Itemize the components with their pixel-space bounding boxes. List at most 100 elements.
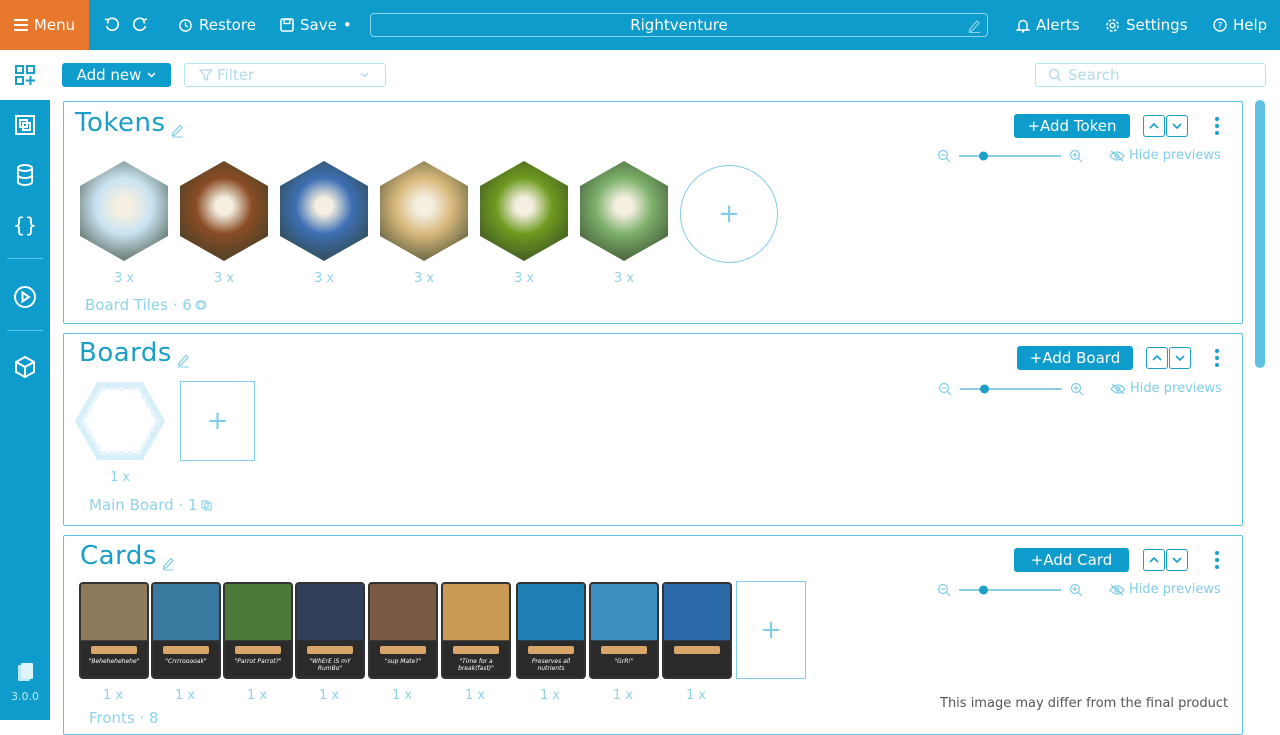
add-card-button[interactable]: +Add Card [1014,548,1129,572]
help-button[interactable]: ? Help [1213,0,1267,50]
search-input[interactable]: Search [1035,63,1266,87]
zoom-in-icon[interactable] [1069,583,1083,597]
card-name-banner [307,646,353,654]
save-icon [280,18,294,32]
add-component-icon[interactable] [12,62,38,88]
hide-previews-label: Hide previews [1129,582,1221,597]
database-icon[interactable] [12,162,38,188]
scrollbar-thumb[interactable] [1255,100,1265,368]
item-count: 1 x [109,470,131,485]
chevron-down-icon [147,72,156,78]
card-thumbnail[interactable]: "Parrot Parrot?" [223,582,293,679]
zoom-slider[interactable] [953,583,1067,597]
alerts-button[interactable]: Alerts [1016,0,1080,50]
hide-previews-toggle[interactable]: Hide previews [1110,381,1222,396]
add-card-tile[interactable]: + [736,581,806,679]
zoom-in-icon[interactable] [1070,382,1084,396]
filter-dropdown[interactable]: Filter [184,63,386,87]
reorder-controls [1143,115,1188,137]
add-board-button[interactable]: +Add Board [1017,346,1133,370]
copy-icon [200,499,212,511]
file-icon[interactable] [12,660,38,686]
hide-previews-toggle[interactable]: Hide previews [1109,148,1221,163]
settings-button[interactable]: Settings [1105,0,1188,50]
item-count: 1 x [318,688,340,703]
group-label[interactable]: Main Board · 1 [89,496,212,514]
hide-previews-toggle[interactable]: Hide previews [1109,582,1221,597]
item-count: 1 x [174,688,196,703]
kebab-menu-icon[interactable] [1212,550,1222,570]
zoom-control[interactable] [937,582,1083,598]
group-label[interactable]: Fronts · 8 [89,709,159,727]
gear-icon [1106,18,1119,32]
save-button[interactable]: Save • [280,0,352,50]
move-down-button[interactable] [1166,549,1188,571]
zoom-control[interactable] [938,381,1084,397]
move-up-button[interactable] [1143,549,1165,571]
card-thumbnail[interactable]: "Time for a break(fast)" [441,582,511,679]
pencil-icon[interactable] [161,555,175,571]
zoom-out-icon[interactable] [937,149,951,163]
main-board-preview[interactable] [73,380,167,462]
card-quote: "Crrrrooooak" [165,658,207,665]
card-name-banner [235,646,281,654]
zoom-in-icon[interactable] [1069,149,1083,163]
history-icon [179,18,192,32]
eye-off-icon [1109,150,1125,161]
add-board-tile[interactable]: + [180,381,255,461]
add-token-tile[interactable]: + [680,165,778,263]
box-icon[interactable] [12,354,38,380]
move-down-button[interactable] [1169,347,1191,369]
pencil-icon[interactable] [176,352,190,368]
card-thumbnail[interactable]: "Crrrrooooak" [151,582,221,679]
card-thumbnail[interactable]: "WhErE iS mY RumBo" [295,582,365,679]
card-thumbnail[interactable] [662,582,732,679]
project-title-field[interactable]: Rightventure [370,13,988,37]
add-token-button[interactable]: +Add Token [1014,114,1130,138]
help-icon: ? [1213,18,1227,32]
pencil-icon[interactable] [967,17,981,33]
card-quote: "Behehehehehe" [88,658,140,665]
unsaved-dot: • [342,16,352,34]
braces-icon[interactable]: {} [12,212,38,238]
section-title: Boards [79,338,172,368]
item-count: 3 x [213,271,235,286]
item-count: 3 x [313,271,335,286]
svg-text:?: ? [1218,22,1223,32]
card-thumbnail[interactable]: "GrR!" [589,582,659,679]
move-up-button[interactable] [1146,347,1168,369]
zoom-slider[interactable] [954,382,1068,396]
add-new-button[interactable]: Add new [62,63,171,87]
menu-button[interactable]: Menu [0,0,89,50]
group-label[interactable]: Board Tiles · 6 [85,296,207,314]
zoom-out-icon[interactable] [938,382,952,396]
card-name-banner [601,646,647,654]
card-thumbnail[interactable]: "Behehehehehe" [79,582,149,679]
card-quote: Preserves all nutrients [531,658,571,672]
layers-icon[interactable] [12,112,38,138]
alerts-label: Alerts [1036,16,1080,34]
item-count: 1 x [246,688,268,703]
eye-off-icon [1109,584,1125,595]
card-thumbnail[interactable]: "sup Mate?" [368,582,438,679]
redo-button[interactable] [132,0,148,50]
restore-button[interactable]: Restore [178,0,256,50]
settings-label: Settings [1126,16,1188,34]
card-name-banner [163,646,209,654]
undo-icon [104,17,120,32]
move-up-button[interactable] [1143,115,1165,137]
zoom-slider-handle [979,585,988,595]
pencil-icon[interactable] [170,122,184,138]
zoom-slider[interactable] [953,149,1067,163]
item-count: 1 x [391,688,413,703]
undo-button[interactable] [104,0,120,50]
card-thumbnail[interactable]: Preserves all nutrients [516,582,586,679]
kebab-menu-icon[interactable] [1212,348,1222,368]
play-icon[interactable] [12,284,38,310]
move-down-button[interactable] [1166,115,1188,137]
zoom-control[interactable] [937,148,1083,164]
save-label: Save [300,16,337,34]
zoom-out-icon[interactable] [937,583,951,597]
help-label: Help [1233,16,1268,34]
kebab-menu-icon[interactable] [1212,116,1222,136]
